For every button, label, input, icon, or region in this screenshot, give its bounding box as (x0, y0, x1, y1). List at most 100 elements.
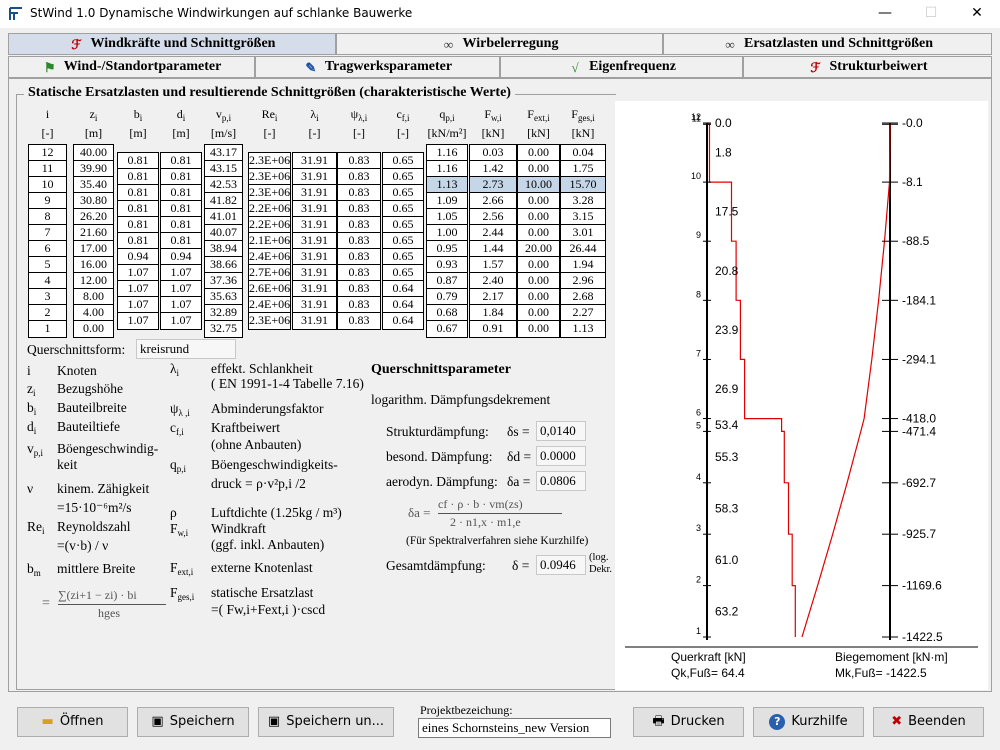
table-cell[interactable]: 1.57 (470, 257, 516, 273)
table-cell[interactable]: 6 (29, 241, 66, 257)
maximize-button[interactable]: ☐ (908, 0, 954, 28)
table-cell[interactable]: 0.00 (518, 305, 559, 321)
table-cell[interactable]: 35.63 (205, 289, 242, 305)
table-cell[interactable]: 20.00 (518, 241, 559, 257)
table-cell[interactable]: 1.16 (427, 161, 467, 177)
table-cell[interactable]: 0.95 (427, 241, 467, 257)
table-cell[interactable]: 0.00 (518, 257, 559, 273)
table-cell[interactable]: 30.80 (74, 193, 113, 209)
table-cell[interactable]: 0.81 (118, 153, 158, 169)
table-cell[interactable]: 2.3E+06 (249, 169, 290, 185)
table-cell[interactable]: 0.65 (383, 201, 423, 217)
table-cell[interactable]: 15.70 (561, 177, 605, 193)
table-cell[interactable]: 0.79 (427, 289, 467, 305)
table-cell[interactable]: 3.28 (561, 193, 605, 209)
table-cell[interactable]: 35.40 (74, 177, 113, 193)
table-cell[interactable]: 31.91 (293, 201, 336, 217)
close-button[interactable]: ✕ (954, 0, 1000, 28)
table-cell[interactable]: 2.66 (470, 193, 516, 209)
table-cell[interactable]: 2.56 (470, 209, 516, 225)
tab-6[interactable]: √ Eigenfrequenz (500, 56, 743, 78)
table-cell[interactable]: 0.00 (518, 273, 559, 289)
table-cell[interactable]: 5 (29, 257, 66, 273)
table-cell[interactable]: 39.90 (74, 161, 113, 177)
table-cell[interactable]: 0.81 (161, 153, 201, 169)
table-cell[interactable]: 1.16 (427, 145, 467, 161)
table-cell[interactable]: 0.00 (74, 321, 113, 337)
table-cell[interactable]: 9 (29, 193, 66, 209)
table-cell[interactable]: 3.15 (561, 209, 605, 225)
minimize-button[interactable]: — (862, 0, 908, 28)
querschnitt-field[interactable]: kreisrund (136, 339, 236, 359)
table-cell[interactable]: 2 (29, 305, 66, 321)
table-cell[interactable]: 1 (29, 321, 66, 337)
table-cell[interactable]: 2.2E+06 (249, 217, 290, 233)
table-cell[interactable]: 8.00 (74, 289, 113, 305)
table-cell[interactable]: 0.81 (161, 233, 201, 249)
table-cell[interactable]: 0.83 (338, 281, 380, 297)
save-button[interactable]: ▣ Speichern (137, 707, 249, 737)
table-cell[interactable]: 2.2E+06 (249, 201, 290, 217)
table-cell[interactable]: 0.04 (561, 145, 605, 161)
table-cell[interactable]: 2.73 (470, 177, 516, 193)
table-cell[interactable]: 0.83 (338, 217, 380, 233)
table-cell[interactable]: 31.91 (293, 185, 336, 201)
tab-5[interactable]: ✎ Tragwerksparameter (255, 56, 500, 78)
table-cell[interactable]: 1.07 (161, 297, 201, 313)
table-cell[interactable]: 0.65 (383, 217, 423, 233)
print-button[interactable]: 🖶 Drucken (633, 707, 744, 737)
table-cell[interactable]: 0.81 (118, 169, 158, 185)
table-cell[interactable]: 1.44 (470, 241, 516, 257)
table-cell[interactable]: 1.07 (161, 265, 201, 281)
table-cell[interactable]: 0.64 (383, 297, 423, 313)
table-cell[interactable]: 40.07 (205, 225, 242, 241)
table-cell[interactable]: 0.83 (338, 297, 380, 313)
table-cell[interactable]: 4 (29, 273, 66, 289)
table-cell[interactable]: 0.94 (118, 249, 158, 265)
table-cell[interactable]: 4.00 (74, 305, 113, 321)
table-cell[interactable]: 2.1E+06 (249, 233, 290, 249)
table-cell[interactable]: 1.09 (427, 193, 467, 209)
table-cell[interactable]: 31.91 (293, 281, 336, 297)
table-cell[interactable]: 31.91 (293, 265, 336, 281)
table-cell[interactable]: 0.65 (383, 233, 423, 249)
table-cell[interactable]: 2.17 (470, 289, 516, 305)
table-cell[interactable]: 2.96 (561, 273, 605, 289)
table-cell[interactable]: 2.44 (470, 225, 516, 241)
table-cell[interactable]: 0.65 (383, 185, 423, 201)
table-cell[interactable]: 0.94 (161, 249, 201, 265)
table-cell[interactable]: 10 (29, 177, 66, 193)
table-cell[interactable]: 0.00 (518, 225, 559, 241)
table-cell[interactable]: 31.91 (293, 217, 336, 233)
table-cell[interactable]: 2.3E+06 (249, 185, 290, 201)
table-cell[interactable]: 37.36 (205, 273, 242, 289)
tab-4[interactable]: ⚑ Wind-/Standortparameter (8, 56, 255, 78)
table-cell[interactable]: 0.65 (383, 153, 423, 169)
damping-field[interactable]: 0.0000 (536, 446, 586, 466)
table-cell[interactable]: 0.81 (118, 185, 158, 201)
table-cell[interactable]: 0.81 (118, 201, 158, 217)
table-cell[interactable]: 0.00 (518, 145, 559, 161)
table-cell[interactable]: 2.27 (561, 305, 605, 321)
help-button[interactable]: ? Kurzhilfe (753, 707, 864, 737)
exit-button[interactable]: ✖ Beenden (873, 707, 984, 737)
table-cell[interactable]: 2.40 (470, 273, 516, 289)
table-cell[interactable]: 0.00 (518, 209, 559, 225)
table-cell[interactable]: 38.66 (205, 257, 242, 273)
table-cell[interactable]: 1.84 (470, 305, 516, 321)
table-cell[interactable]: 0.65 (383, 249, 423, 265)
table-cell[interactable]: 2.68 (561, 289, 605, 305)
table-cell[interactable]: 1.07 (118, 281, 158, 297)
table-cell[interactable]: 0.00 (518, 289, 559, 305)
table-cell[interactable]: 1.94 (561, 257, 605, 273)
table-cell[interactable]: 0.68 (427, 305, 467, 321)
table-cell[interactable]: 0.64 (383, 313, 423, 329)
table-cell[interactable]: 0.83 (338, 265, 380, 281)
table-cell[interactable]: 26.20 (74, 209, 113, 225)
table-cell[interactable]: 0.67 (427, 321, 467, 337)
table-cell[interactable]: 31.91 (293, 169, 336, 185)
table-cell[interactable]: 12.00 (74, 273, 113, 289)
table-cell[interactable]: 2.3E+06 (249, 313, 290, 329)
table-cell[interactable]: 0.03 (470, 145, 516, 161)
table-cell[interactable]: 42.53 (205, 177, 242, 193)
